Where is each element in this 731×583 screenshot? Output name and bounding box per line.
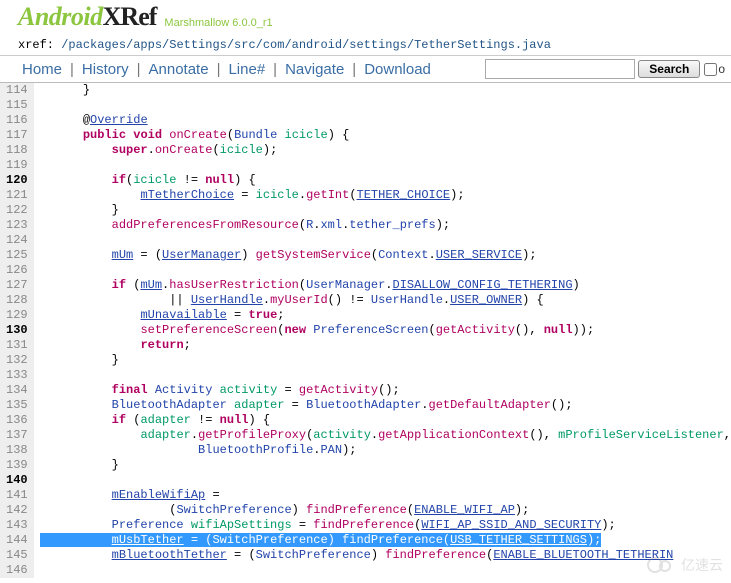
code-line[interactable]: } xyxy=(40,458,731,473)
code-line[interactable]: } xyxy=(40,203,731,218)
line-number[interactable]: 121 xyxy=(6,188,28,203)
xref-path[interactable]: /packages/apps/Settings/src/com/android/… xyxy=(61,38,551,52)
code-line[interactable]: mUnavailable = true; xyxy=(40,308,731,323)
search-button[interactable]: Search xyxy=(638,60,700,78)
code-line[interactable]: BluetoothAdapter adapter = BluetoothAdap… xyxy=(40,398,731,413)
code-line[interactable]: setPreferenceScreen(new PreferenceScreen… xyxy=(40,323,731,338)
line-number[interactable]: 123 xyxy=(6,218,28,233)
line-number[interactable]: 146 xyxy=(6,563,28,578)
line-number[interactable]: 133 xyxy=(6,368,28,383)
line-number[interactable]: 115 xyxy=(6,98,28,113)
code-line[interactable]: mBluetoothTether = (SwitchPreference) fi… xyxy=(40,548,731,563)
code-area: 1141151161171181191201211221231241251261… xyxy=(0,83,731,578)
line-number[interactable]: 144 xyxy=(6,533,28,548)
full-search-label: o xyxy=(718,62,725,76)
header: Android XRef Marshmallow 6.0.0_r1 xyxy=(0,0,731,32)
nav-history[interactable]: History xyxy=(74,61,137,78)
code-line[interactable] xyxy=(40,263,731,278)
logo-android[interactable]: Android xyxy=(18,2,103,32)
nav-annotate[interactable]: Annotate xyxy=(141,61,217,78)
nav-download[interactable]: Download xyxy=(356,61,439,78)
code-line[interactable]: if(icicle != null) { xyxy=(40,173,731,188)
code-line[interactable]: adapter.getProfileProxy(activity.getAppl… xyxy=(40,428,731,443)
code-line[interactable]: if (adapter != null) { xyxy=(40,413,731,428)
line-number[interactable]: 130 xyxy=(6,323,28,338)
line-number-gutter: 1141151161171181191201211221231241251261… xyxy=(0,83,34,578)
code-line[interactable]: BluetoothProfile.PAN); xyxy=(40,443,731,458)
line-number[interactable]: 131 xyxy=(6,338,28,353)
code-line[interactable] xyxy=(40,563,731,578)
line-number[interactable]: 129 xyxy=(6,308,28,323)
code-line[interactable]: || UserHandle.myUserId() != UserHandle.U… xyxy=(40,293,731,308)
line-number[interactable]: 128 xyxy=(6,293,28,308)
code-line[interactable] xyxy=(40,158,731,173)
version-label: Marshmallow 6.0.0_r1 xyxy=(164,17,272,32)
code-line[interactable] xyxy=(40,473,731,488)
breadcrumb: xref: /packages/apps/Settings/src/com/an… xyxy=(0,32,731,56)
line-number[interactable]: 143 xyxy=(6,518,28,533)
code-line[interactable]: mEnableWifiAp = xyxy=(40,488,731,503)
code-line[interactable] xyxy=(40,98,731,113)
code-line[interactable] xyxy=(40,368,731,383)
code-line[interactable]: @Override xyxy=(40,113,731,128)
line-number[interactable]: 117 xyxy=(6,128,28,143)
line-number[interactable]: 132 xyxy=(6,353,28,368)
xref-prefix: xref: xyxy=(18,38,61,52)
search-input[interactable] xyxy=(485,59,635,79)
line-number[interactable]: 126 xyxy=(6,263,28,278)
line-number[interactable]: 141 xyxy=(6,488,28,503)
nav-line[interactable]: Line# xyxy=(220,61,273,78)
line-number[interactable]: 127 xyxy=(6,278,28,293)
code-line[interactable]: addPreferencesFromResource(R.xml.tether_… xyxy=(40,218,731,233)
nav-navigate[interactable]: Navigate xyxy=(277,61,352,78)
code-line[interactable]: Preference wifiApSettings = findPreferen… xyxy=(40,518,731,533)
code-line[interactable]: return; xyxy=(40,338,731,353)
code-line[interactable]: mUsbTether = (SwitchPreference) findPref… xyxy=(40,533,731,548)
line-number[interactable]: 116 xyxy=(6,113,28,128)
line-number[interactable]: 114 xyxy=(6,83,28,98)
code-line[interactable]: final Activity activity = getActivity(); xyxy=(40,383,731,398)
line-number[interactable]: 145 xyxy=(6,548,28,563)
code-line[interactable]: super.onCreate(icicle); xyxy=(40,143,731,158)
source-code[interactable]: } @Override public void onCreate(Bundle … xyxy=(34,83,731,578)
line-number[interactable]: 138 xyxy=(6,443,28,458)
code-line[interactable]: if (mUm.hasUserRestriction(UserManager.D… xyxy=(40,278,731,293)
line-number[interactable]: 124 xyxy=(6,233,28,248)
logo-xref[interactable]: XRef xyxy=(103,2,157,32)
code-line[interactable]: } xyxy=(40,83,731,98)
line-number[interactable]: 137 xyxy=(6,428,28,443)
line-number[interactable]: 135 xyxy=(6,398,28,413)
line-number[interactable]: 136 xyxy=(6,413,28,428)
line-number[interactable]: 139 xyxy=(6,458,28,473)
line-number[interactable]: 142 xyxy=(6,503,28,518)
code-line[interactable] xyxy=(40,233,731,248)
code-line[interactable]: } xyxy=(40,353,731,368)
navbar: Home| History| Annotate| Line#| Navigate… xyxy=(0,56,731,83)
line-number[interactable]: 134 xyxy=(6,383,28,398)
line-number[interactable]: 118 xyxy=(6,143,28,158)
code-line[interactable]: mUm = (UserManager) getSystemService(Con… xyxy=(40,248,731,263)
nav-home[interactable]: Home xyxy=(6,61,70,78)
code-line[interactable]: mTetherChoice = icicle.getInt(TETHER_CHO… xyxy=(40,188,731,203)
code-line[interactable]: public void onCreate(Bundle icicle) { xyxy=(40,128,731,143)
line-number[interactable]: 122 xyxy=(6,203,28,218)
line-number[interactable]: 140 xyxy=(6,473,28,488)
full-search-checkbox[interactable] xyxy=(704,63,717,76)
code-line[interactable]: (SwitchPreference) findPreference(ENABLE… xyxy=(40,503,731,518)
line-number[interactable]: 119 xyxy=(6,158,28,173)
line-number[interactable]: 125 xyxy=(6,248,28,263)
line-number[interactable]: 120 xyxy=(6,173,28,188)
